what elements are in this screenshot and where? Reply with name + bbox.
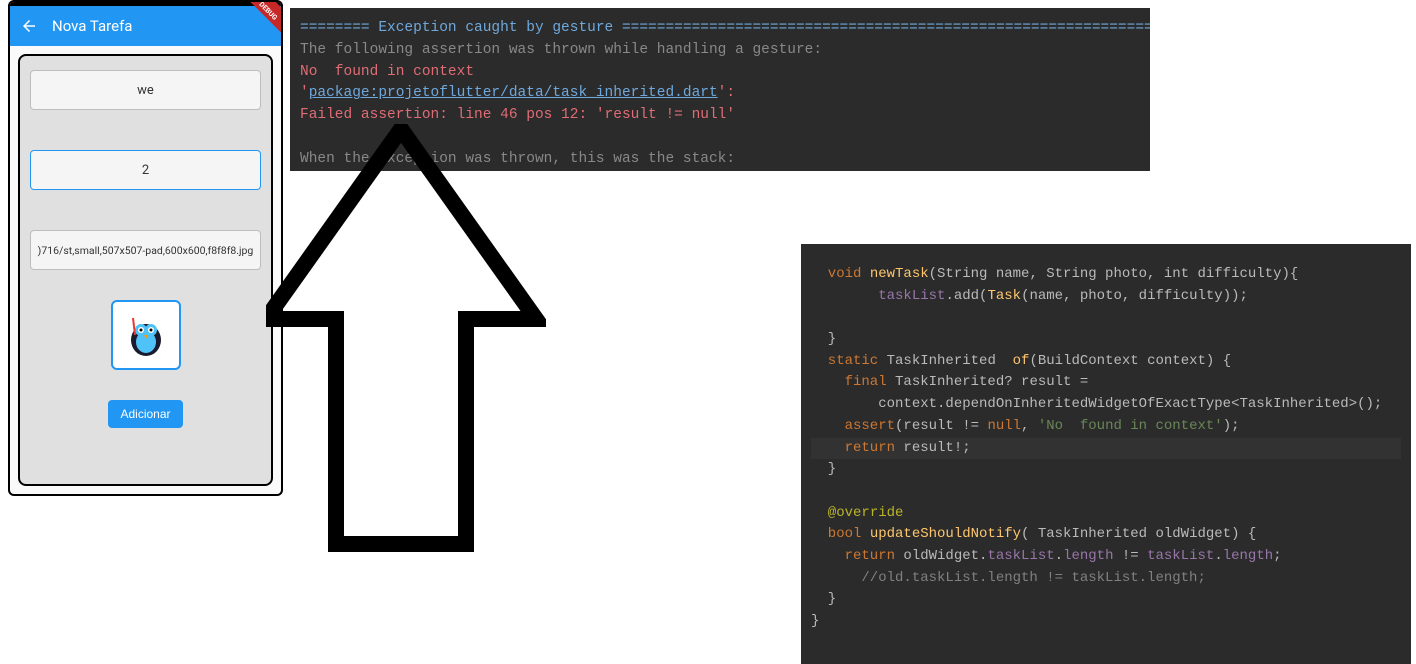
- code-line: }: [811, 461, 836, 477]
- phone-screen: Nova Tarefa DEBUG we 2 )716/st,small,507…: [10, 2, 281, 494]
- add-button[interactable]: Adicionar: [108, 400, 182, 428]
- code-line-highlighted: return result!;: [811, 438, 1401, 460]
- console-error-line: 'package:projetoflutter/data/task_inheri…: [300, 85, 735, 101]
- code-line: }: [811, 613, 819, 629]
- error-console[interactable]: ======== Exception caught by gesture ===…: [290, 8, 1150, 171]
- code-line: taskList.add(Task(name, photo, difficult…: [811, 288, 1248, 304]
- console-error-line: Failed assertion: line 46 pos 12: 'resul…: [300, 107, 735, 123]
- code-editor[interactable]: void newTask(String name, String photo, …: [801, 244, 1411, 664]
- task-name-value: we: [137, 83, 154, 98]
- package-link[interactable]: package:projetoflutter/data/task_inherit…: [309, 85, 718, 101]
- console-line: The following assertion was thrown while…: [300, 42, 822, 58]
- code-line: assert(result != null, 'No found in cont…: [811, 418, 1240, 434]
- back-arrow-icon[interactable]: [20, 17, 38, 35]
- app-bar: Nova Tarefa DEBUG: [10, 6, 281, 46]
- code-line: void newTask(String name, String photo, …: [811, 266, 1298, 282]
- app-bar-title: Nova Tarefa: [52, 17, 132, 35]
- form-card: we 2 )716/st,small,507x507-pad,600x600,f…: [18, 54, 273, 486]
- console-line: ======== Exception caught by gesture ===…: [300, 20, 1150, 36]
- console-line: When the exception was thrown, this was …: [300, 151, 735, 167]
- image-url-input[interactable]: )716/st,small,507x507-pad,600x600,f8f8f8…: [30, 230, 261, 270]
- image-preview: [111, 300, 181, 370]
- image-url-value: )716/st,small,507x507-pad,600x600,f8f8f8…: [38, 244, 254, 257]
- code-line: static TaskInherited of(BuildContext con…: [811, 353, 1231, 369]
- code-line: }: [811, 331, 836, 347]
- code-line: @override: [811, 505, 903, 521]
- code-line: final TaskInherited? result =: [811, 374, 1088, 390]
- difficulty-value: 2: [142, 163, 149, 178]
- arrow-annotation: [266, 124, 546, 554]
- difficulty-input[interactable]: 2: [30, 150, 261, 190]
- console-error-line: No found in context: [300, 64, 474, 80]
- code-line: }: [811, 591, 836, 607]
- code-line: return oldWidget.taskList.length != task…: [811, 548, 1282, 564]
- code-line: context.dependOnInheritedWidgetOfExactTy…: [811, 396, 1382, 412]
- code-line: bool updateShouldNotify( TaskInherited o…: [811, 526, 1256, 542]
- debug-banner: DEBUG: [241, 2, 281, 37]
- code-comment: //old.taskList.length != taskList.length…: [811, 570, 1206, 586]
- penguin-icon: [121, 310, 171, 360]
- task-name-input[interactable]: we: [30, 70, 261, 110]
- phone-emulator: Nova Tarefa DEBUG we 2 )716/st,small,507…: [8, 0, 283, 496]
